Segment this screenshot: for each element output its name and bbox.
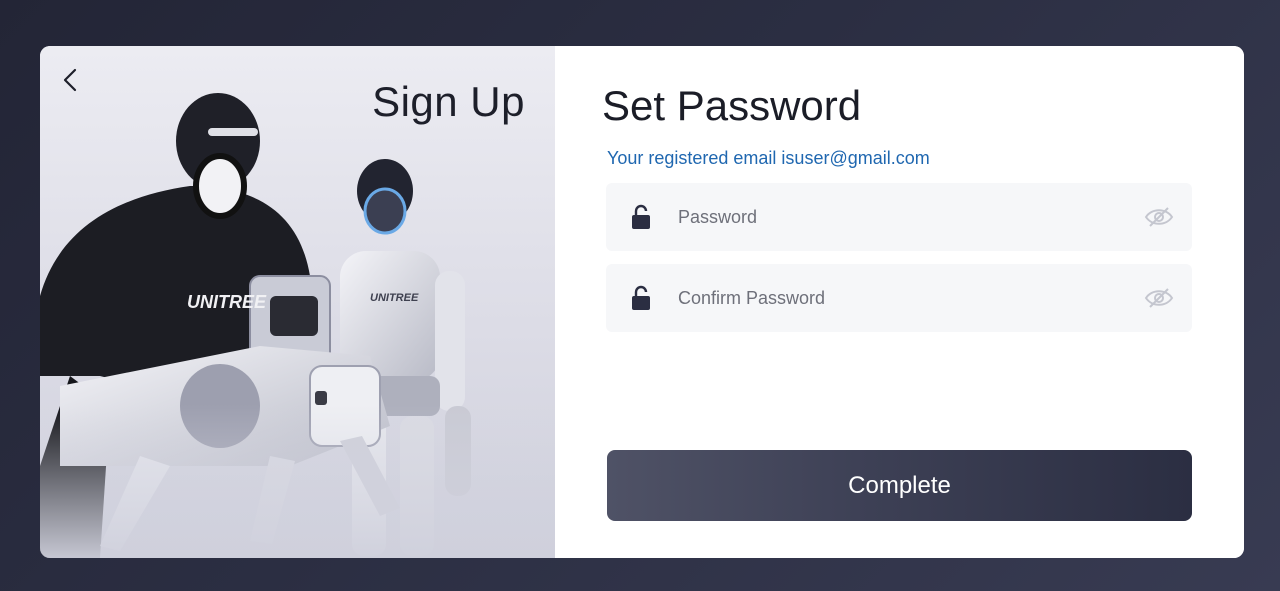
registered-email-note: Your registered email isuser@gmail.com: [607, 148, 930, 168]
signup-card: UNITREE UNITREE Sign Up Set Password You…: [40, 46, 1244, 558]
lock-icon: [632, 204, 650, 229]
eye-hidden-icon[interactable]: [1144, 205, 1174, 229]
form-panel: Set Password Your registered email isuse…: [555, 46, 1244, 558]
complete-button[interactable]: Complete: [607, 450, 1192, 521]
form-title: Set Password: [602, 82, 862, 129]
password-input[interactable]: [676, 196, 1120, 238]
eye-hidden-icon[interactable]: [1144, 286, 1174, 310]
confirm-password-field[interactable]: [606, 264, 1192, 332]
back-button[interactable]: [56, 64, 84, 96]
password-field[interactable]: [606, 183, 1192, 251]
page-title: Sign Up: [372, 78, 525, 125]
lock-icon: [632, 285, 650, 310]
hero-panel: UNITREE UNITREE Sign Up: [40, 46, 555, 558]
confirm-password-input[interactable]: [676, 277, 1120, 319]
chevron-left-icon: [63, 68, 77, 92]
